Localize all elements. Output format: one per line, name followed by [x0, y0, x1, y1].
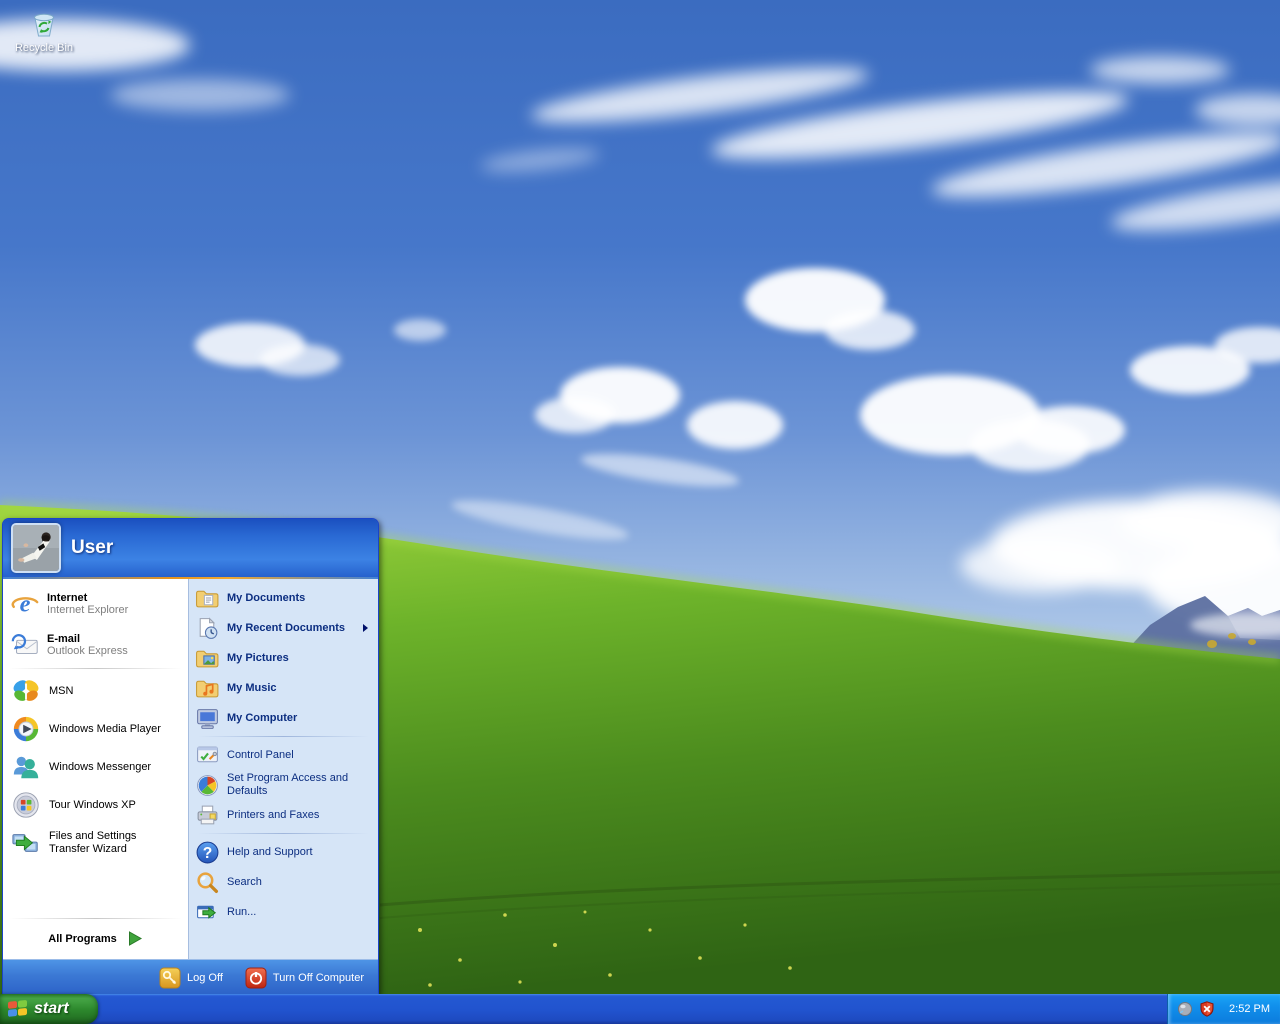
menu-item-label: Windows Messenger [49, 760, 152, 773]
menu-item-search[interactable]: Search [189, 867, 378, 897]
submenu-arrow-icon [363, 624, 368, 632]
internet-explorer-icon: e [11, 590, 39, 617]
menu-item-label: My Recent Documents [227, 621, 345, 634]
menu-item-email[interactable]: E-mail Outlook Express [3, 624, 188, 665]
all-programs-arrow-icon [128, 931, 142, 946]
all-programs-button[interactable]: All Programs [3, 922, 188, 955]
menu-item-subtitle: Outlook Express [47, 644, 128, 657]
msn-icon [13, 680, 39, 701]
windows-messenger-icon [13, 756, 39, 779]
left-column-spacer [3, 862, 188, 915]
taskbar[interactable]: start 2:52 PM [0, 994, 1280, 1024]
menu-item-label: Windows Media Player [49, 722, 161, 735]
right-column-separator [198, 833, 369, 834]
menu-item-program-access[interactable]: Set Program Access and Defaults [189, 770, 378, 800]
menu-item-title: E-mail [47, 632, 81, 645]
start-menu: User e Internet Internet Explorer E-mail… [2, 518, 379, 995]
menu-item-windows-messenger[interactable]: Windows Messenger [3, 748, 188, 786]
menu-item-label: Control Panel [227, 748, 294, 761]
menu-item-label: Search [227, 875, 262, 888]
log-off-button[interactable]: Log Off [159, 967, 223, 989]
security-alert-shield-icon[interactable] [1199, 1001, 1215, 1017]
right-column-separator [198, 736, 369, 737]
menu-item-label: MSN [49, 684, 74, 697]
menu-item-control-panel[interactable]: Control Panel [189, 740, 378, 770]
menu-item-label: Files and Settings Transfer Wizard [49, 830, 137, 855]
svg-text:?: ? [203, 845, 213, 862]
start-menu-right-column: My Documents My Recent Documents My Pict… [188, 579, 378, 959]
menu-item-windows-media-player[interactable]: Windows Media Player [3, 710, 188, 748]
svg-text:e: e [20, 590, 31, 617]
recycle-bin-icon [34, 13, 54, 37]
outlook-express-icon [11, 633, 38, 654]
help-support-icon: ? [196, 841, 219, 863]
menu-item-msn[interactable]: MSN [3, 672, 188, 710]
menu-item-subtitle: Internet Explorer [47, 603, 129, 616]
user-avatar[interactable] [11, 523, 61, 573]
start-menu-left-column: e Internet Internet Explorer E-mail Outl… [3, 579, 188, 959]
windows-media-player-icon [13, 716, 39, 742]
my-computer-icon [197, 708, 218, 729]
menu-item-label: Help and Support [227, 845, 313, 858]
menu-item-label: Printers and Faxes [227, 808, 320, 821]
windows-flag-icon [8, 999, 27, 1017]
start-button[interactable]: start [0, 994, 98, 1024]
start-menu-footer: Log Off Turn Off Computer [3, 959, 378, 995]
menu-item-internet[interactable]: e Internet Internet Explorer [3, 583, 188, 624]
turn-off-label: Turn Off Computer [272, 971, 364, 984]
menu-item-label: Run... [227, 905, 257, 918]
desktop-icon-label: Recycle Bin [14, 42, 74, 54]
system-tray: 2:52 PM [1167, 994, 1280, 1024]
user-name: User [71, 537, 114, 558]
all-programs-label: All Programs [48, 932, 117, 945]
my-recent-documents-icon [199, 616, 218, 639]
log-off-label: Log Off [187, 971, 223, 984]
menu-item-my-recent-documents[interactable]: My Recent Documents [189, 613, 378, 643]
menu-item-label: My Pictures [227, 651, 289, 664]
my-documents-icon [196, 590, 219, 607]
menu-item-title: Internet [47, 591, 88, 604]
volume-ball-icon[interactable] [1177, 1001, 1193, 1017]
menu-item-label: Set Program Access and Defaults [227, 772, 349, 797]
menu-item-label: My Music [227, 681, 277, 694]
turn-off-computer-button[interactable]: Turn Off Computer [245, 967, 364, 989]
menu-item-tour-windows-xp[interactable]: Tour Windows XP [3, 786, 188, 824]
start-button-label: start [34, 1000, 69, 1017]
menu-item-transfer-wizard[interactable]: Files and Settings Transfer Wizard [3, 824, 188, 862]
run-icon [197, 905, 217, 919]
menu-item-printers-faxes[interactable]: Printers and Faxes [189, 800, 378, 830]
left-column-separator [9, 668, 182, 669]
start-menu-header: User [3, 519, 378, 577]
control-panel-icon [197, 746, 218, 762]
taskbar-clock[interactable]: 2:52 PM [1229, 1003, 1270, 1015]
turn-off-power-icon [245, 967, 267, 988]
menu-item-my-documents[interactable]: My Documents [189, 583, 378, 613]
transfer-wizard-icon [12, 834, 38, 852]
start-menu-body: e Internet Internet Explorer E-mail Outl… [3, 579, 378, 959]
menu-item-my-music[interactable]: My Music [189, 673, 378, 703]
my-music-icon [196, 680, 219, 697]
left-column-separator [9, 918, 182, 919]
program-access-icon [197, 774, 218, 796]
windows-xp-desktop: Recycle Bin User e Internet Internet Exp… [0, 0, 1280, 1024]
my-pictures-icon [196, 650, 219, 667]
menu-item-run[interactable]: Run... [189, 897, 378, 927]
tour-windows-xp-icon [13, 792, 39, 818]
menu-item-label: Tour Windows XP [49, 798, 136, 811]
desktop-icon-recycle-bin[interactable]: Recycle Bin [8, 6, 80, 55]
menu-item-label: My Computer [227, 711, 298, 724]
menu-item-my-computer[interactable]: My Computer [189, 703, 378, 733]
search-icon [197, 871, 219, 893]
menu-item-help-support[interactable]: ? Help and Support [189, 837, 378, 867]
menu-item-label: My Documents [227, 591, 306, 604]
printers-faxes-icon [197, 805, 218, 824]
karate-avatar-image [13, 525, 59, 571]
log-off-key-icon [159, 967, 181, 988]
menu-item-my-pictures[interactable]: My Pictures [189, 643, 378, 673]
